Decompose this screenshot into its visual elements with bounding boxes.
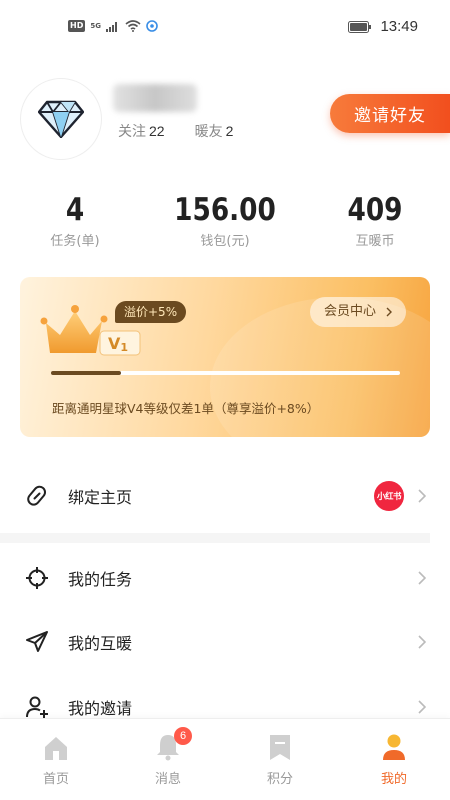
stat-label: 任务(单): [50, 234, 100, 249]
level-progress-text: 距离通明星球V4等级仅差1单（尊享溢价+8%）: [52, 401, 320, 416]
diamond-icon: [38, 100, 84, 138]
section-divider: [0, 533, 430, 543]
bottom-tab-bar: 首页 6 消息 积分 我的: [0, 718, 450, 800]
chevron-right-icon: [418, 571, 426, 585]
unread-badge: 6: [174, 727, 192, 745]
stat-value: 156.00: [174, 192, 276, 228]
level-progress-bar: [51, 371, 400, 375]
paper-plane-icon: [25, 630, 49, 654]
member-center-button[interactable]: 会员中心: [310, 297, 407, 327]
xiaohongshu-logo: 小红书: [374, 481, 404, 511]
tab-messages[interactable]: 6 消息: [112, 727, 224, 787]
menu-item-bind-homepage[interactable]: 绑定主页 小红书: [0, 465, 450, 527]
person-icon: [338, 731, 450, 761]
stat-value: 409: [347, 192, 403, 228]
following-stat[interactable]: 关注 22: [118, 121, 165, 141]
tab-label: 积分: [266, 772, 293, 787]
link-icon: [25, 484, 49, 508]
stat-label: 钱包(元): [200, 234, 250, 249]
tab-home[interactable]: 首页: [0, 731, 112, 787]
status-bar: HD 5G 13:49: [0, 0, 450, 56]
clock: 13:49: [380, 18, 418, 35]
friends-label: 暖友: [194, 123, 223, 139]
avatar[interactable]: [20, 78, 102, 160]
target-icon: [25, 566, 49, 590]
sync-icon: [146, 20, 158, 32]
menu-item-label: 我的互暖: [68, 634, 133, 653]
menu-item-my-tasks[interactable]: 我的任务: [0, 547, 450, 609]
hd-indicator: HD: [68, 20, 86, 32]
menu-item-my-huwarm[interactable]: 我的互暖: [0, 611, 450, 673]
menu-item-label: 我的邀请: [68, 699, 133, 718]
stat-coins[interactable]: 409 互暖币: [305, 192, 445, 249]
friends-count: 2: [225, 123, 234, 139]
tab-label: 我的: [380, 772, 407, 787]
stat-value: 4: [65, 192, 85, 228]
bookmark-icon: [224, 731, 336, 761]
bell-icon: 6: [112, 727, 224, 761]
username-blurred: [113, 84, 197, 112]
friends-stat[interactable]: 暖友 2: [195, 121, 234, 141]
member-center-label: 会员中心: [324, 304, 377, 319]
chevron-right-icon: [418, 635, 426, 649]
following-count: 22: [149, 123, 165, 139]
stat-tasks[interactable]: 4 任务(单): [5, 192, 145, 249]
level-progress-fill: [51, 371, 121, 375]
status-left: HD 5G: [68, 20, 158, 32]
menu-item-label: 绑定主页: [68, 488, 133, 507]
following-label: 关注: [118, 123, 146, 139]
wifi-icon: [125, 20, 141, 32]
add-user-icon: [25, 695, 49, 719]
member-card[interactable]: V1 溢价+5% 会员中心 距离通明星球V4等级仅差1单（尊享溢价+8%）: [20, 277, 430, 437]
chevron-right-icon: [418, 700, 426, 714]
follow-stats: 关注 22 暖友 2: [118, 121, 233, 141]
status-right: 13:49: [348, 18, 418, 35]
home-icon: [0, 731, 112, 761]
tab-label: 消息: [154, 772, 181, 787]
network-type: 5G: [90, 22, 101, 30]
menu-item-label: 我的任务: [68, 570, 133, 589]
signal-icon: [105, 21, 117, 32]
invite-friends-button[interactable]: 邀请好友: [330, 94, 450, 133]
tab-mine[interactable]: 我的: [338, 731, 450, 787]
stat-label: 互暖币: [355, 234, 395, 249]
chevron-right-icon: [418, 489, 426, 503]
stat-wallet[interactable]: 156.00 钱包(元): [155, 192, 295, 249]
chevron-right-icon: [386, 307, 393, 317]
tab-points[interactable]: 积分: [224, 731, 336, 787]
premium-badge: 溢价+5%: [115, 301, 187, 323]
tab-label: 首页: [42, 772, 69, 787]
battery-icon: [348, 20, 372, 33]
